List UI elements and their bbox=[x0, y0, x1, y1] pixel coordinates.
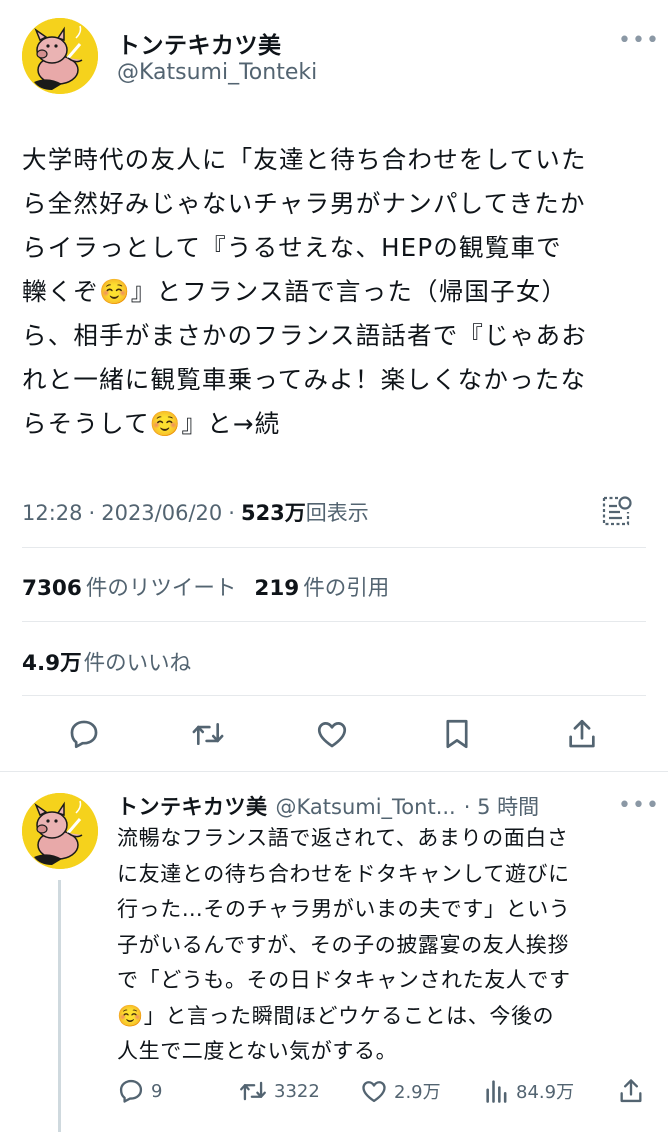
views-label: 回表示 bbox=[305, 501, 369, 525]
thread-line bbox=[58, 880, 61, 1132]
reply-text-line: に友達との待ち合わせをドタキャンして遊びに bbox=[117, 861, 570, 886]
tweet-text-line: 大学時代の友人に「友達と待ち合わせをしていた bbox=[22, 145, 587, 174]
retweet-icon bbox=[240, 1081, 266, 1101]
reply-text-line: ☺️」と言った瞬間ほどウケることは、今後の bbox=[117, 1003, 555, 1028]
more-options-icon[interactable]: ••• bbox=[618, 28, 660, 53]
reply-count: 9 bbox=[151, 1080, 163, 1102]
likes-count[interactable]: 4.9万 bbox=[22, 646, 82, 677]
reply-like-action[interactable]: 2.9万 bbox=[360, 1077, 441, 1105]
like-icon[interactable] bbox=[312, 714, 352, 754]
tweet-text-line: らイラっとして『うるせえな、HEPの観覧車で bbox=[22, 233, 562, 262]
share-icon[interactable] bbox=[562, 714, 602, 754]
like-icon bbox=[362, 1081, 386, 1103]
bookmark-icon[interactable] bbox=[437, 714, 477, 754]
likes-label[interactable]: 件のいいね bbox=[84, 646, 192, 677]
tweet-text-line: ら全然好みじゃないチャラ男がナンパしてきたか bbox=[22, 189, 586, 218]
retweet-count: 3322 bbox=[274, 1080, 320, 1102]
retweets-label[interactable]: 件のリツイート bbox=[86, 571, 237, 602]
reply-text-line: 行った…そのチャラ男がいまの夫です」という bbox=[117, 897, 571, 921]
retweets-count[interactable]: 7306 bbox=[22, 576, 82, 601]
reply-reply-action[interactable]: 9 bbox=[117, 1077, 162, 1105]
reply-views-action[interactable]: 84.9万 bbox=[484, 1077, 574, 1105]
views-count: 84.9万 bbox=[516, 1082, 575, 1103]
tweet-text-line: ら、相手がまさかのフランス語話者で『じゃあお bbox=[22, 321, 587, 350]
reply-text-line: 人生で二度とない気がする。 bbox=[117, 1039, 398, 1063]
reply-header: トンテキカツ美 @Katsumi_Tont... · 5 時間 bbox=[117, 791, 539, 821]
tweet-text-line: らそうして☺️』と→続 bbox=[22, 409, 281, 438]
reply-handle[interactable]: @Katsumi_Tont... bbox=[276, 795, 456, 819]
retweet-quote-stats: 7306 件のリツイート 219 件の引用 bbox=[22, 571, 389, 602]
pig-mascot-icon bbox=[22, 18, 98, 94]
thread-divider bbox=[0, 771, 668, 772]
reply-body: 流暢なフランス語で返されて、あまりの面白さ に友達との待ち合わせをドタキャンして… bbox=[117, 821, 657, 1070]
reply-more-options-icon[interactable]: ••• bbox=[618, 793, 660, 818]
meta-separator: · bbox=[88, 501, 96, 525]
views-icon bbox=[486, 1080, 507, 1103]
reply-display-name[interactable]: トンテキカツ美 bbox=[117, 791, 268, 821]
display-name[interactable]: トンテキカツ美 bbox=[117, 26, 282, 60]
quotes-count[interactable]: 219 bbox=[254, 576, 299, 601]
share-icon bbox=[620, 1079, 642, 1103]
likes-stats: 4.9万 件のいいね bbox=[22, 646, 191, 677]
reply-text-line: 流暢なフランス語で返されて、あまりの面白さ bbox=[117, 826, 569, 850]
quotes-label[interactable]: 件の引用 bbox=[303, 571, 389, 602]
like-count: 2.9万 bbox=[394, 1082, 441, 1103]
user-handle[interactable]: @Katsumi_Tonteki bbox=[117, 60, 317, 85]
tweet-time[interactable]: 12:28 bbox=[22, 501, 83, 525]
tweet-body: 大学時代の友人に「友達と待ち合わせをしていた ら全然好みじゃないチャラ男がナンパ… bbox=[22, 138, 652, 446]
tweet-meta: 12:28 · 2023/06/20 · 523万 回表示 bbox=[22, 497, 369, 527]
avatar[interactable] bbox=[22, 18, 98, 94]
reply-text-line: 子がいるんですが、その子の披露宴の友人挨拶 bbox=[117, 932, 570, 957]
reply-avatar[interactable] bbox=[22, 793, 98, 869]
reply-text-line: で「どうも。その日ドタキャンされた友人です bbox=[117, 968, 571, 992]
views-count: 523万 bbox=[240, 501, 306, 525]
meta-separator: · bbox=[228, 501, 235, 525]
tweet-text-line: 轢くぞ☺️』とフランス語で言った（帰国子女） bbox=[22, 277, 568, 306]
reply-icon bbox=[119, 1079, 143, 1103]
reply-icon[interactable] bbox=[64, 714, 104, 754]
pig-mascot-icon bbox=[22, 793, 98, 869]
reply-retweet-action[interactable]: 3322 bbox=[238, 1077, 320, 1105]
analytics-icon[interactable] bbox=[600, 494, 634, 532]
reply-time[interactable]: · 5 時間 bbox=[464, 791, 539, 821]
tweet-date[interactable]: 2023/06/20 bbox=[101, 501, 222, 525]
reply-share-action[interactable] bbox=[618, 1077, 644, 1105]
tweet-text-line: れと一緒に観覧車乗ってみよ！楽しくなかったな bbox=[22, 365, 587, 394]
retweet-icon[interactable] bbox=[188, 714, 228, 754]
